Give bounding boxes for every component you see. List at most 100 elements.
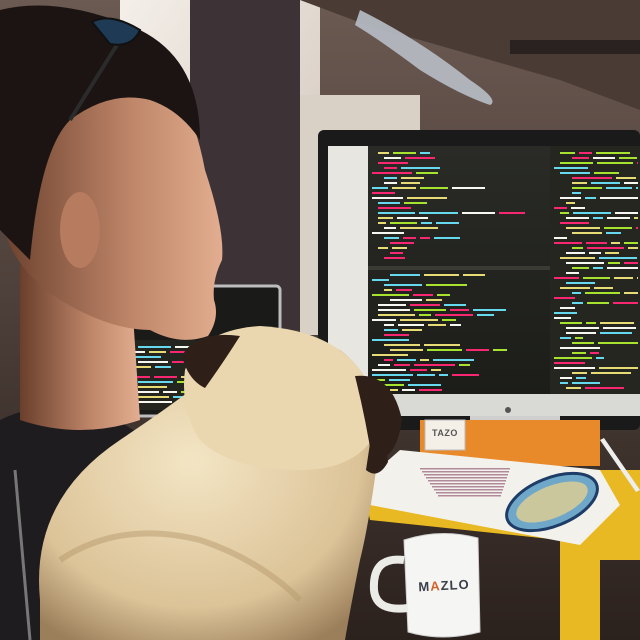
code-line-segment	[572, 232, 602, 234]
code-line-segment	[594, 172, 619, 174]
code-line-segment	[576, 377, 586, 379]
code-line-segment	[436, 222, 459, 224]
code-line-segment	[572, 177, 612, 179]
code-line-segment	[593, 157, 615, 159]
code-line-segment	[597, 162, 633, 164]
code-line-segment	[372, 374, 413, 376]
mug-logo-accent: A	[429, 578, 442, 594]
ceiling-pipe	[510, 40, 640, 54]
code-line-segment	[607, 267, 638, 269]
code-line-segment	[560, 162, 593, 164]
code-line-segment	[390, 242, 414, 244]
code-line-segment	[594, 287, 613, 289]
code-line-segment	[614, 277, 633, 279]
code-line-segment	[591, 372, 631, 374]
code-line-segment	[394, 364, 410, 366]
code-line-segment	[138, 386, 167, 388]
code-line-segment	[372, 354, 408, 356]
code-line-segment	[587, 247, 624, 249]
code-line-segment	[428, 324, 446, 326]
code-line-segment	[554, 367, 595, 369]
code-line-segment	[572, 247, 583, 249]
code-line-segment	[400, 319, 438, 321]
code-line-segment	[452, 187, 485, 189]
code-line-segment	[560, 307, 575, 309]
code-line-segment	[572, 382, 600, 384]
code-line-segment	[378, 202, 400, 204]
code-line-segment	[566, 327, 599, 329]
code-line-segment	[378, 247, 388, 249]
code-line-segment	[560, 382, 568, 384]
code-line-segment	[372, 319, 396, 321]
code-line-segment	[419, 212, 458, 214]
code-line-segment	[401, 182, 420, 184]
code-line-segment	[637, 162, 638, 164]
code-line-segment	[566, 227, 600, 229]
code-line-segment	[605, 252, 619, 254]
code-line-segment	[384, 359, 393, 361]
code-line-segment	[566, 202, 575, 204]
code-line-segment	[554, 297, 575, 299]
code-line-segment	[585, 292, 620, 294]
code-line-segment	[575, 337, 583, 339]
code-line-segment	[573, 212, 611, 214]
code-line-segment	[593, 267, 603, 269]
code-line-segment	[554, 207, 567, 209]
paper-text-line	[422, 471, 509, 473]
paper-text-line	[426, 477, 507, 479]
code-line-segment	[407, 197, 447, 199]
paper-text-line	[434, 489, 503, 491]
code-line-segment	[572, 192, 581, 194]
code-line-segment	[572, 342, 594, 344]
code-line-segment	[450, 309, 469, 311]
photo-scene	[0, 0, 640, 640]
code-line-segment	[420, 187, 448, 189]
paper-text-line	[428, 480, 506, 482]
code-line-segment	[132, 356, 161, 358]
code-line-segment	[462, 212, 495, 214]
code-line-segment	[554, 312, 577, 314]
code-line-segment	[611, 242, 620, 244]
code-line-segment	[398, 324, 424, 326]
code-line-segment	[384, 289, 392, 291]
code-line-segment	[416, 172, 438, 174]
code-line-segment	[434, 237, 460, 239]
code-line-segment	[437, 294, 450, 296]
code-line-segment	[420, 359, 429, 361]
code-line-segment	[604, 227, 632, 229]
code-line-segment	[372, 339, 409, 341]
code-line-segment	[390, 389, 398, 391]
mug-logo-text: MAZLO	[414, 576, 475, 595]
code-line-segment	[426, 299, 442, 301]
code-line-segment	[442, 319, 456, 321]
code-line-segment	[378, 207, 411, 209]
code-line-segment	[400, 227, 438, 229]
code-line-segment	[390, 349, 423, 351]
code-line-segment	[424, 344, 460, 346]
code-line-segment	[378, 314, 415, 316]
code-line-segment	[599, 257, 637, 259]
code-line-segment	[401, 177, 424, 179]
code-line-segment	[424, 274, 459, 276]
code-line-segment	[606, 232, 621, 234]
code-line-segment	[401, 167, 440, 169]
code-line-segment	[600, 332, 632, 334]
code-line-segment	[607, 217, 630, 219]
code-line-segment	[572, 157, 589, 159]
code-line-segment	[572, 302, 583, 304]
code-line-segment	[596, 152, 630, 154]
code-line-segment	[450, 324, 461, 326]
code-line-segment	[493, 349, 507, 351]
code-line-segment	[372, 369, 406, 371]
code-line-segment	[427, 349, 462, 351]
code-line-segment	[138, 361, 168, 363]
paper-text-line	[430, 483, 505, 485]
code-line-segment	[396, 289, 412, 291]
code-line-segment	[410, 369, 427, 371]
code-line-segment	[554, 362, 585, 364]
code-line-segment	[591, 182, 620, 184]
code-line-segment	[154, 376, 177, 378]
code-line-segment	[473, 309, 506, 311]
code-line-segment	[378, 304, 406, 306]
paper-text-line	[420, 468, 510, 470]
